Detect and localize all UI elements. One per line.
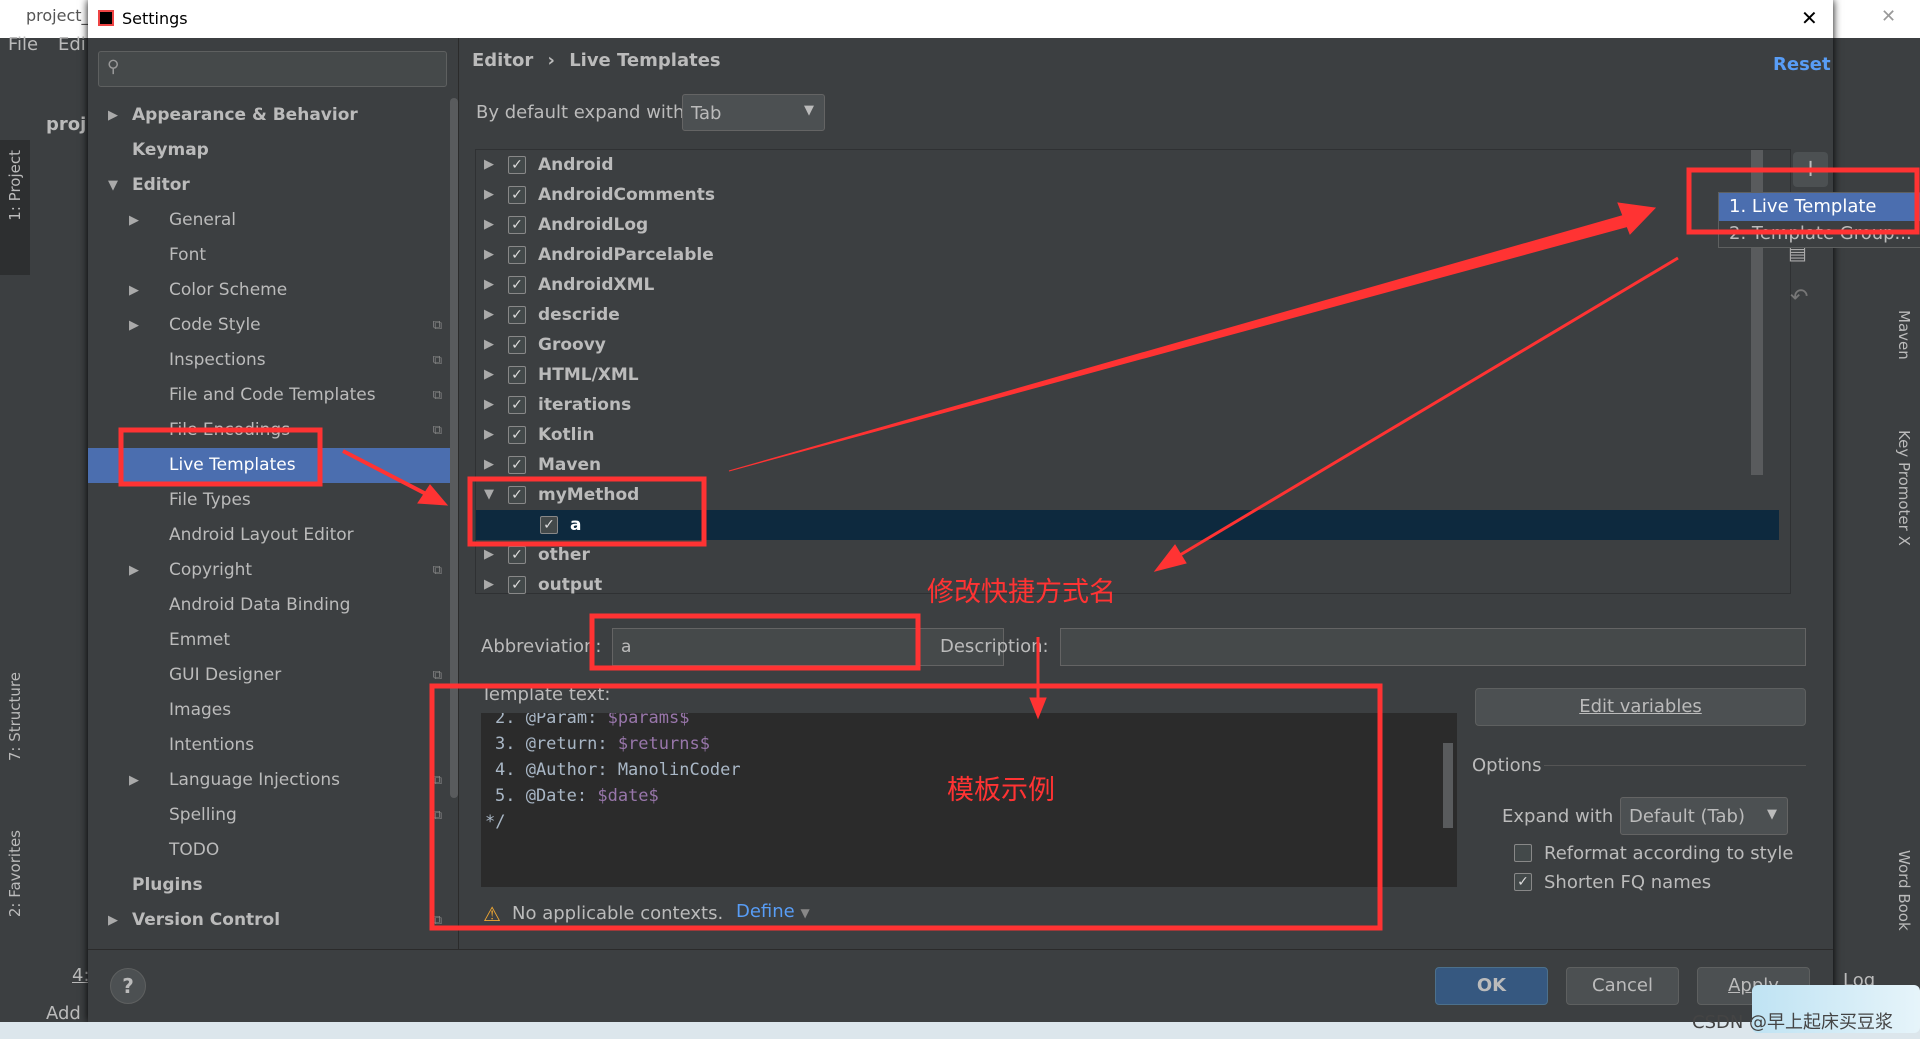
annotation-box-mymethod [467, 476, 707, 547]
annotation-box-popup [1686, 167, 1920, 235]
annotation-arrow-popup [728, 214, 1630, 472]
annotation-arrowhead-popup [1617, 202, 1657, 235]
annotation-arrowhead-sidebar [417, 484, 449, 506]
annotation-box-abbreviation [589, 613, 921, 671]
annotation-arrow-rename [1174, 256, 1679, 560]
annotation-arrowhead-rename [1153, 544, 1187, 572]
annotation-arrowhead-down [1029, 697, 1047, 720]
annotation-box-live-templates [118, 427, 323, 487]
annotation-box-template-text [429, 683, 1383, 931]
annotation-template-note: 模板示例 [947, 775, 1055, 806]
annotation-arrow-sidebar [342, 449, 431, 498]
annotation-rename-note: 修改快捷方式名 [927, 577, 1116, 608]
annotation-overlay [118, 167, 1920, 931]
